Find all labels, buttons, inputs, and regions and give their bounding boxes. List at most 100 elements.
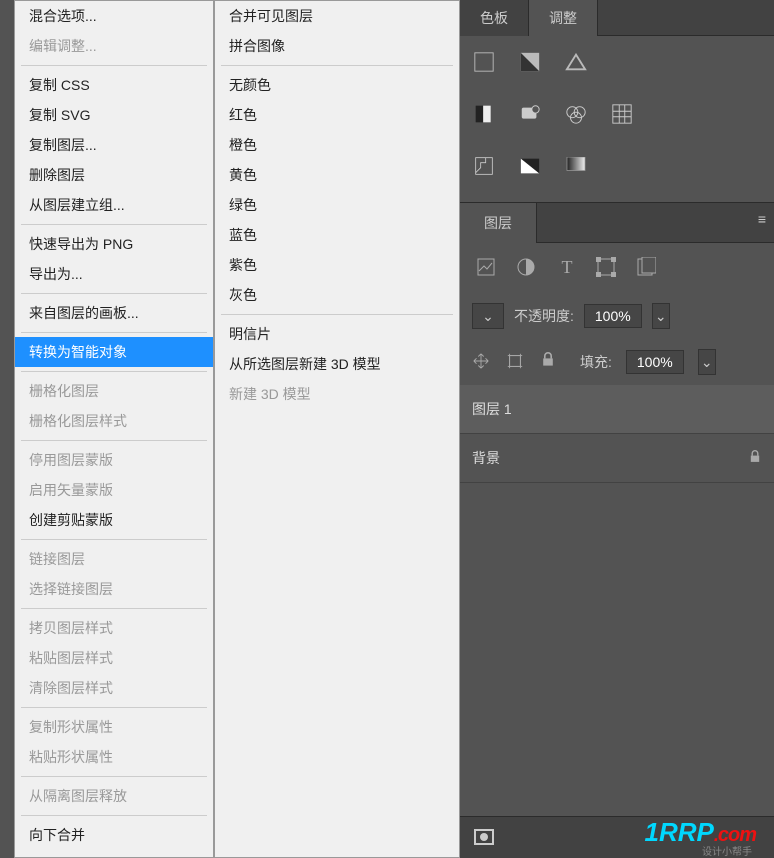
opacity-label: 不透明度: (514, 306, 574, 326)
lock-indicator-icon (748, 450, 762, 467)
menu1-item: 拷贝图层样式 (15, 613, 213, 643)
layer-context-menu: 混合选项...编辑调整... 复制 CSS复制 SVG复制图层...删除图层从图层… (14, 0, 214, 858)
menu-separator (21, 776, 207, 777)
menu-separator (21, 539, 207, 540)
watermark-subtitle: 设计小帮手 (702, 843, 752, 858)
layer-filter-row: T (460, 243, 774, 293)
menu-separator (21, 371, 207, 372)
bw-icon[interactable] (472, 102, 496, 126)
filter-shape-icon[interactable] (596, 257, 618, 279)
menu-separator (21, 707, 207, 708)
blend-mode-dropdown[interactable]: ⌄ (472, 303, 504, 329)
filter-type-icon[interactable]: T (556, 257, 578, 279)
menu1-item: 复制形状属性 (15, 712, 213, 742)
lock-artboard-icon[interactable] (506, 352, 526, 372)
menu1-item[interactable]: 快速导出为 PNG (15, 229, 213, 259)
menu-separator (221, 65, 453, 66)
adjustments-icon-row-4 (460, 140, 774, 192)
adjustments-icon-row-3 (460, 88, 774, 140)
menu1-item[interactable]: 复制 CSS (15, 70, 213, 100)
menu1-item: 栅格化图层 (15, 376, 213, 406)
lock-all-icon[interactable] (540, 352, 560, 372)
triangle-icon[interactable] (564, 50, 588, 74)
menu2-item[interactable]: 明信片 (215, 319, 459, 349)
menu1-item[interactable]: 复制 SVG (15, 100, 213, 130)
menu2-item[interactable]: 蓝色 (215, 220, 459, 250)
gradient-map-icon[interactable] (564, 154, 588, 178)
menu-separator (21, 293, 207, 294)
menu-separator (21, 440, 207, 441)
menu1-item: 清除图层样式 (15, 673, 213, 703)
fill-label: 填充: (580, 352, 612, 372)
menu1-item[interactable]: 导出为... (15, 259, 213, 289)
menu2-item[interactable]: 绿色 (215, 190, 459, 220)
layer-row-background[interactable]: 背景 (460, 434, 774, 483)
menu2-item[interactable]: 灰色 (215, 280, 459, 310)
channel-mixer-icon[interactable] (564, 102, 588, 126)
filter-smart-icon[interactable] (636, 257, 658, 279)
curves-icon[interactable] (472, 50, 496, 74)
layers-panel-tabs: 图层 (460, 203, 774, 243)
menu1-item: 从隔离图层释放 (15, 781, 213, 811)
threshold-icon[interactable] (518, 154, 542, 178)
exposure-icon[interactable] (518, 50, 542, 74)
menu1-item[interactable]: 从图层建立组... (15, 190, 213, 220)
menu2-item: 新建 3D 模型 (215, 379, 459, 409)
filter-pixel-icon[interactable] (476, 257, 498, 279)
layers-panel: 图层 T ⌄ 不透明度: 100% ⌄ 填充: 100% ⌄ 图层 1 (460, 202, 774, 483)
menu-separator (221, 314, 453, 315)
blend-opacity-row: ⌄ 不透明度: 100% ⌄ (460, 293, 774, 339)
posterize-icon[interactable] (472, 154, 496, 178)
menu1-item: 栅格化图层样式 (15, 406, 213, 436)
mask-icon[interactable] (474, 827, 496, 849)
menu2-item[interactable]: 橙色 (215, 130, 459, 160)
lock-move-icon[interactable] (472, 352, 492, 372)
menu1-item: 粘贴图层样式 (15, 643, 213, 673)
swatches-adjustments-tabs: 色板 调整 (460, 0, 774, 36)
photo-filter-icon[interactable] (518, 102, 542, 126)
menu1-item[interactable]: 向下合并 (15, 820, 213, 850)
opacity-value[interactable]: 100% (584, 304, 642, 328)
menu2-item[interactable]: 拼合图像 (215, 31, 459, 61)
menu-separator (21, 608, 207, 609)
menu1-item[interactable]: 转换为智能对象 (15, 337, 213, 367)
fill-flyout[interactable]: ⌄ (698, 349, 716, 375)
tab-swatches[interactable]: 色板 (460, 0, 529, 36)
menu2-item[interactable]: 无颜色 (215, 70, 459, 100)
menu1-item: 停用图层蒙版 (15, 445, 213, 475)
layer-name: 图层 1 (472, 399, 762, 419)
menu-separator (21, 815, 207, 816)
menu1-item[interactable]: 混合选项... (15, 1, 213, 31)
menu1-item: 选择链接图层 (15, 574, 213, 604)
tab-adjustments[interactable]: 调整 (529, 0, 598, 36)
menu1-item: 链接图层 (15, 544, 213, 574)
menu1-item[interactable]: 复制图层... (15, 130, 213, 160)
fill-value[interactable]: 100% (626, 350, 684, 374)
tab-spacer (598, 0, 774, 36)
menu2-item[interactable]: 从所选图层新建 3D 模型 (215, 349, 459, 379)
menu-separator (21, 65, 207, 66)
color-lookup-icon[interactable] (610, 102, 634, 126)
menu1-item: 启用矢量蒙版 (15, 475, 213, 505)
layer-row-layer1[interactable]: 图层 1 (460, 385, 774, 434)
menu1-item[interactable]: 创建剪贴蒙版 (15, 505, 213, 535)
layer-name: 背景 (472, 448, 748, 468)
menu2-item[interactable]: 合并可见图层 (215, 1, 459, 31)
menu2-item[interactable]: 黄色 (215, 160, 459, 190)
menu1-item[interactable]: 来自图层的画板... (15, 298, 213, 328)
menu-separator (21, 332, 207, 333)
layer-context-submenu: 合并可见图层拼合图像无颜色红色橙色黄色绿色蓝色紫色灰色明信片从所选图层新建 3D… (214, 0, 460, 858)
panel-menu-button[interactable] (536, 203, 774, 243)
adjustments-icon-row-2 (460, 36, 774, 88)
filter-adjust-icon[interactable] (516, 257, 538, 279)
tab-layers[interactable]: 图层 (460, 203, 536, 243)
lock-fill-row: 填充: 100% ⌄ (460, 339, 774, 385)
menu2-item[interactable]: 紫色 (215, 250, 459, 280)
menu2-item[interactable]: 红色 (215, 100, 459, 130)
opacity-flyout[interactable]: ⌄ (652, 303, 670, 329)
menu1-item[interactable]: 删除图层 (15, 160, 213, 190)
menu1-item: 粘贴形状属性 (15, 742, 213, 772)
menu1-item: 编辑调整... (15, 31, 213, 61)
right-docked-panels: 色板 调整 图层 T ⌄ 不透明度: 1 (460, 0, 774, 858)
menu-separator (21, 224, 207, 225)
